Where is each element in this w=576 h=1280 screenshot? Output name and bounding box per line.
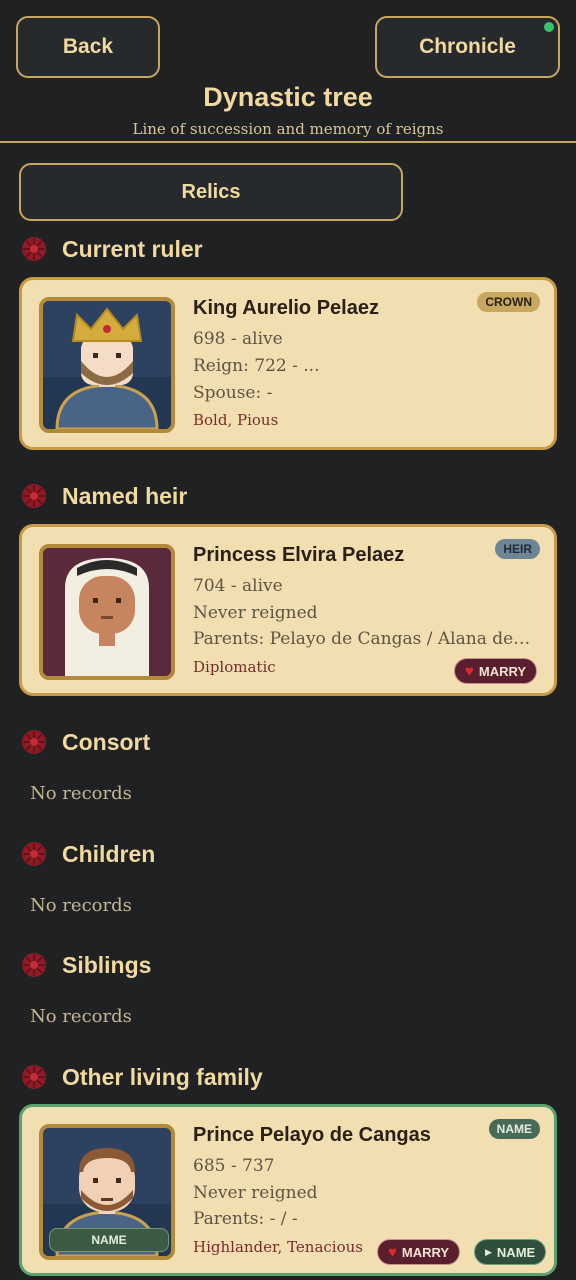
person-name: King Aurelio Pelaez [193, 297, 379, 319]
empty-state-text: No records [30, 895, 132, 916]
crest-icon [22, 842, 46, 866]
name-button[interactable]: ▶ NAME [474, 1239, 547, 1265]
page-title: Dynastic tree [203, 82, 373, 112]
marry-button[interactable]: ♥ MARRY [454, 658, 538, 684]
section-children: Children [20, 839, 155, 869]
person-name: Prince Pelayo de Cangas [193, 1124, 431, 1146]
heir-badge: HEIR [495, 539, 540, 559]
back-button[interactable]: Back [16, 16, 160, 78]
veiled-princess-portrait [39, 544, 175, 680]
crown-badge: CROWN [477, 292, 540, 312]
marry-button-label: MARRY [401, 1244, 450, 1260]
spouse-text: Spouse: - [193, 383, 273, 403]
portrait-name-tag: NAME [49, 1228, 169, 1252]
crest-icon [22, 1065, 46, 1089]
name-button-label: NAME [496, 1244, 536, 1260]
crowned-king-portrait [39, 297, 175, 433]
parents-text: Parents: Pelayo de Cangas / Alana de lo.… [193, 629, 535, 649]
section-title: Current ruler [62, 235, 203, 262]
crest-icon [22, 237, 46, 261]
page-subtitle: Line of succession and memory of reigns [132, 120, 444, 138]
reign-text: Reign: 722 - ... [193, 356, 320, 376]
empty-state-text: No records [30, 1006, 132, 1027]
play-arrow-icon: ▶ [485, 1246, 492, 1257]
traits-text: Diplomatic [193, 658, 276, 676]
crest-icon [22, 484, 46, 508]
bearded-prince-portrait: NAME [39, 1124, 175, 1260]
section-named-heir: Named heir [20, 481, 187, 511]
back-button-label: Back [62, 35, 114, 58]
family-member-card[interactable]: NAME Prince Pelayo de Cangas NAME 685 - … [19, 1104, 557, 1276]
reign-text: Never reigned [193, 603, 318, 623]
marry-button[interactable]: ♥ MARRY [377, 1239, 461, 1265]
heart-icon: ♥ [465, 662, 474, 680]
chronicle-button[interactable]: Chronicle [375, 16, 560, 78]
traits-text: Highlander, Tenacious [193, 1238, 363, 1256]
reign-text: Never reigned [193, 1183, 318, 1203]
person-name: Princess Elvira Pelaez [193, 544, 405, 566]
section-title: Named heir [62, 482, 188, 509]
relics-button-label: Relics [181, 180, 241, 203]
lifespan-text: 685 - 737 [193, 1156, 275, 1176]
crest-icon [22, 730, 46, 754]
section-other-family: Other living family [20, 1062, 263, 1092]
traits-text: Bold, Pious [193, 411, 279, 429]
header-divider [0, 141, 576, 143]
king-portrait-icon [43, 301, 171, 429]
heart-icon: ♥ [388, 1243, 397, 1261]
princess-portrait-icon [43, 548, 171, 676]
section-siblings: Siblings [20, 950, 151, 980]
chronicle-button-label: Chronicle [419, 35, 516, 58]
heir-card[interactable]: Princess Elvira Pelaez HEIR 704 - alive … [19, 524, 557, 696]
section-consort: Consort [20, 727, 150, 757]
empty-state-text: No records [30, 783, 132, 804]
section-current-ruler: Current ruler [20, 234, 203, 264]
name-badge: NAME [488, 1119, 540, 1139]
relics-button[interactable]: Relics [19, 163, 403, 221]
marry-button-label: MARRY [478, 663, 527, 679]
crest-icon [22, 953, 46, 977]
ruler-card[interactable]: King Aurelio Pelaez CROWN 698 - alive Re… [19, 277, 557, 450]
notification-dot [544, 22, 554, 32]
section-title: Siblings [62, 951, 152, 978]
section-title: Consort [62, 728, 151, 755]
section-title: Other living family [62, 1063, 263, 1090]
lifespan-text: 698 - alive [193, 329, 283, 349]
section-title: Children [62, 840, 156, 867]
parents-text: Parents: - / - [193, 1209, 298, 1229]
lifespan-text: 704 - alive [193, 576, 283, 596]
